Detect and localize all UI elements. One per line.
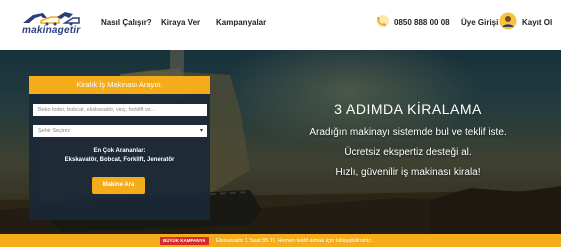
hero-title: 3 ADIMDA KİRALAMA	[334, 101, 482, 117]
nav-item-kampanyalar[interactable]: Kampanyalar	[216, 18, 266, 27]
city-select-value: Şehir Seçiniz	[38, 128, 71, 134]
campaign-banner[interactable]: BÜYÜK KAMPANYA Ekskavatör 1 Saat 85 TL H…	[0, 234, 561, 247]
campaign-text[interactable]: Ekskavatör 1 Saat 85 TL Hemen teklif alm…	[216, 237, 373, 245]
search-panel-heading: Kiralık İş Makinası Arayın.	[29, 76, 210, 94]
user-avatar-icon[interactable]	[499, 12, 517, 30]
popular-searches-label: En Çok Arananlar:	[93, 148, 146, 154]
hero-line-1: Aradığın makinayı sistemde bul ve teklif…	[309, 127, 507, 138]
phone-number[interactable]: 0850 888 00 08	[394, 18, 450, 27]
phone-icon	[377, 15, 389, 27]
nav-item-nasil-calisir[interactable]: Nasıl Çalışır?	[101, 18, 152, 27]
popular-searches-list[interactable]: Ekskavatör, Bobcat, Forklift, Jeneratör	[29, 157, 210, 163]
login-link[interactable]: Üye Girişi	[461, 18, 498, 27]
machine-search-input[interactable]: Beko loder, bobcat, ekskavatör, vinç, fo…	[33, 104, 207, 116]
campaign-badge: BÜYÜK KAMPANYA	[160, 237, 209, 245]
nav-item-kiraya-ver[interactable]: Kiraya Ver	[161, 18, 200, 27]
hero-line-2: Ücretsiz ekspertiz desteği al.	[344, 147, 472, 158]
machine-search-panel: Kiralık İş Makinası Arayın. Beko loder, …	[29, 76, 210, 220]
search-machine-button[interactable]: Makine Ara	[92, 177, 145, 194]
site-header: makinagetir Nasıl Çalışır? Kiraya Ver Ka…	[0, 0, 561, 50]
city-select[interactable]: Şehir Seçiniz ▾	[33, 125, 207, 137]
chevron-down-icon: ▾	[199, 128, 203, 134]
logo-text: makinagetir	[22, 25, 81, 36]
register-link[interactable]: Kayıt Ol	[522, 18, 552, 27]
site-logo[interactable]: makinagetir	[21, 9, 83, 39]
hero-line-3: Hızlı, güvenilir iş makinası kirala!	[335, 167, 481, 178]
